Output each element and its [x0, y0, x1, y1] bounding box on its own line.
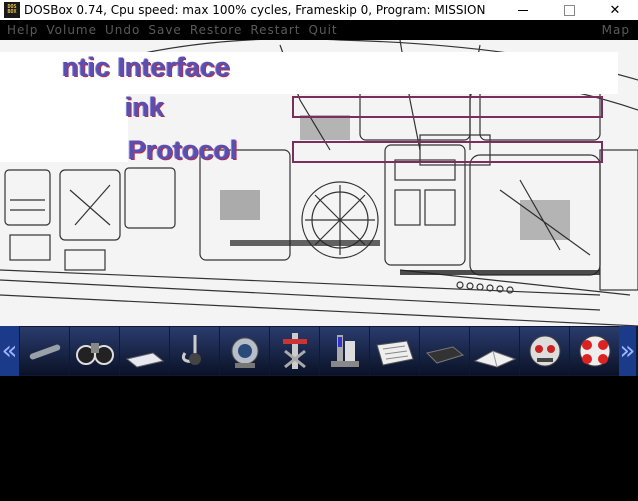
- inventory-toolbar: « »: [0, 326, 638, 376]
- maximize-button[interactable]: [546, 0, 592, 20]
- minimize-icon: [518, 9, 528, 11]
- link-input-field[interactable]: [292, 96, 603, 118]
- inventory-slot-paper[interactable]: [120, 327, 169, 375]
- dark-box-icon: [425, 346, 464, 364]
- cross-tool-icon: [282, 333, 307, 369]
- device-icon: [330, 335, 359, 367]
- minimize-button[interactable]: [500, 0, 546, 20]
- diving-helmet-icon: [231, 337, 258, 368]
- empty-text-area: [0, 376, 638, 501]
- maximize-icon: [563, 4, 575, 16]
- scroll-right-button[interactable]: »: [619, 326, 636, 376]
- inventory-slot-folded-paper[interactable]: [470, 327, 519, 375]
- menu-map[interactable]: Map: [602, 23, 630, 37]
- scroll-icon: [375, 340, 414, 366]
- menu-restart[interactable]: Restart: [250, 23, 300, 37]
- menu-volume[interactable]: Volume: [46, 23, 97, 37]
- menu-restore[interactable]: Restore: [190, 23, 243, 37]
- game-menu-bar: Help Volume Undo Save Restore Restart Qu…: [0, 20, 638, 40]
- pipe-icon: [29, 344, 60, 360]
- protocol-input-field[interactable]: [292, 141, 603, 163]
- close-icon: ✕: [609, 2, 621, 18]
- inventory-slot-device[interactable]: [320, 327, 369, 375]
- inventory-slot-scroll[interactable]: [370, 327, 419, 375]
- paper-sheet-icon: [125, 352, 164, 368]
- close-button[interactable]: ✕: [592, 0, 638, 20]
- inventory-slot-hook[interactable]: [170, 327, 219, 375]
- inventory-slot-tool[interactable]: [270, 327, 319, 375]
- red-robot-head-icon: [579, 335, 610, 367]
- menu-help[interactable]: Help: [7, 23, 38, 37]
- protocol-label: Protocol: [128, 135, 238, 165]
- dosbox-app-icon: DOS BOX: [4, 2, 20, 18]
- app-icon-text-bottom: BOX: [7, 9, 17, 15]
- game-viewport[interactable]: ntic Interface ink Protocol: [0, 40, 638, 326]
- link-label: ink: [125, 92, 165, 122]
- interface-heading: ntic Interface: [62, 52, 231, 82]
- robot-head-icon: [529, 335, 560, 367]
- folded-paper-icon: [473, 350, 516, 368]
- window-controls: ✕: [500, 0, 638, 20]
- menu-save[interactable]: Save: [148, 23, 181, 37]
- window-title-bar: DOS BOX DOSBox 0.74, Cpu speed: max 100%…: [0, 0, 638, 20]
- inventory-slot-binoculars[interactable]: [70, 327, 119, 375]
- window-title: DOSBox 0.74, Cpu speed: max 100% cycles,…: [24, 3, 486, 17]
- hook-icon: [181, 335, 201, 365]
- binoculars-icon: [75, 343, 114, 365]
- menu-quit[interactable]: Quit: [309, 23, 338, 37]
- menu-undo[interactable]: Undo: [105, 23, 140, 37]
- inventory-slot-helmet[interactable]: [220, 327, 269, 375]
- inventory-slot-box[interactable]: [420, 327, 469, 375]
- scroll-left-button[interactable]: «: [0, 326, 19, 376]
- inventory-slot-red-robot[interactable]: [570, 327, 619, 375]
- inventory-slot-pipe[interactable]: [20, 327, 69, 375]
- inventory-slot-robot[interactable]: [520, 327, 569, 375]
